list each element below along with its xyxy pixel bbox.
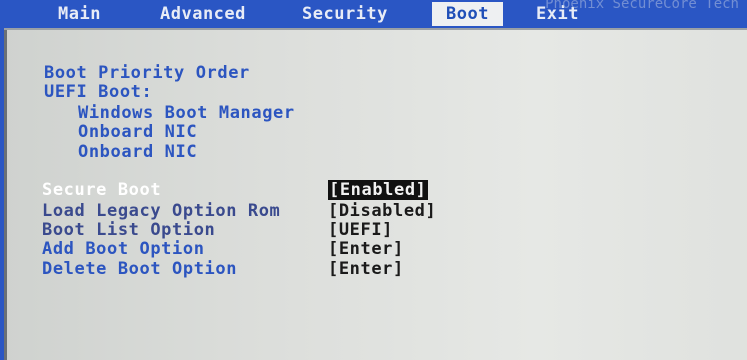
legacy-rom-label: Load Legacy Option Rom bbox=[42, 201, 281, 221]
vendor-text: Phoenix SecureCore Tech bbox=[545, 0, 739, 12]
secure-boot-label: Secure Boot bbox=[42, 180, 162, 200]
tab-main[interactable]: Main bbox=[58, 2, 101, 26]
boot-entry[interactable]: Windows Boot Manager bbox=[78, 103, 295, 123]
tab-advanced[interactable]: Advanced bbox=[160, 2, 246, 26]
legacy-rom-value[interactable]: [Disabled] bbox=[328, 201, 436, 221]
delete-boot-label: Delete Boot Option bbox=[42, 259, 238, 279]
boot-entry[interactable]: Onboard NIC bbox=[78, 122, 197, 142]
tab-boot[interactable]: Boot bbox=[432, 2, 503, 26]
boot-list-value[interactable]: [UEFI] bbox=[328, 220, 393, 240]
add-boot-value[interactable]: [Enter] bbox=[328, 239, 404, 259]
boot-list-label: Boot List Option bbox=[42, 220, 216, 240]
uefi-boot-label: UEFI Boot: bbox=[44, 82, 153, 102]
menu-bar: Main Advanced Security Boot Exit Phoenix… bbox=[0, 0, 747, 28]
boot-entry[interactable]: Onboard NIC bbox=[78, 142, 197, 162]
boot-priority-heading: Boot Priority Order bbox=[44, 63, 250, 83]
secure-boot-value[interactable]: [Enabled] bbox=[328, 180, 428, 200]
delete-boot-value[interactable]: [Enter] bbox=[328, 259, 404, 279]
boot-panel: Boot Priority Order UEFI Boot: Windows B… bbox=[4, 28, 747, 360]
add-boot-label: Add Boot Option bbox=[42, 239, 205, 259]
tab-security[interactable]: Security bbox=[302, 2, 388, 26]
